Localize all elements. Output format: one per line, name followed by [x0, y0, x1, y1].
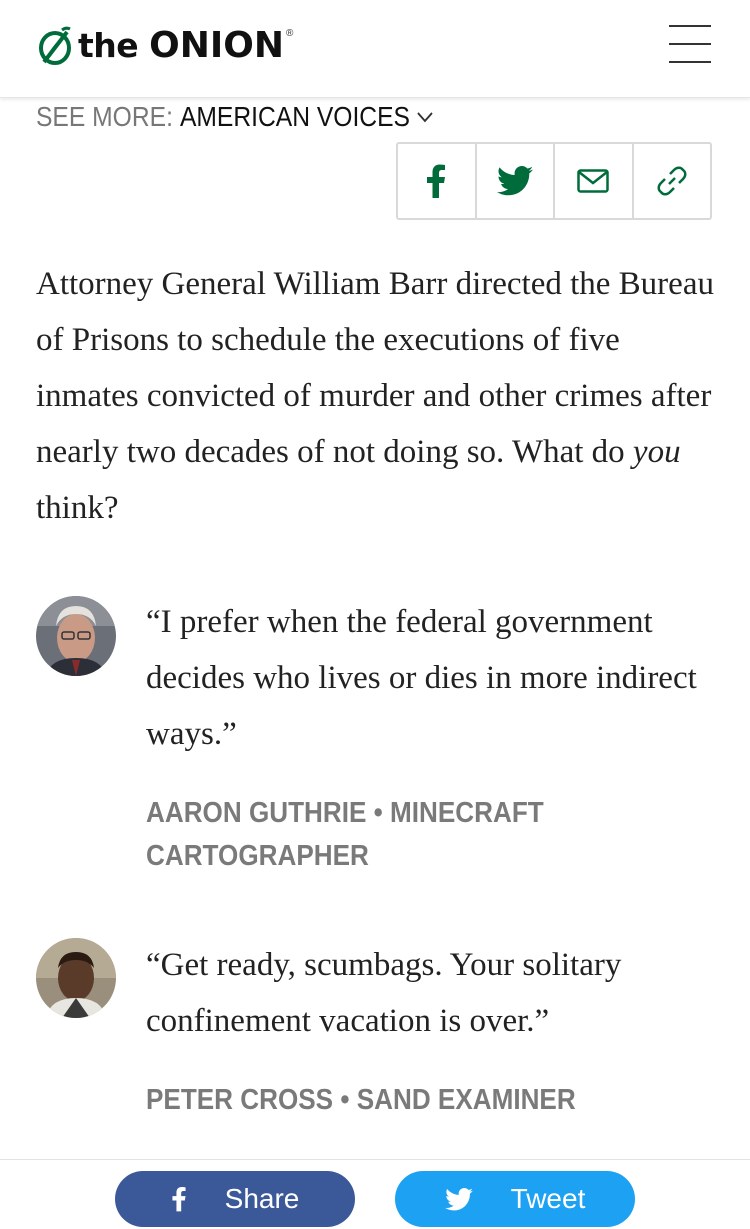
section-category: AMERICAN VOICES	[179, 101, 410, 132]
menu-line	[669, 43, 711, 45]
lede-text-end: think?	[36, 490, 119, 526]
logo-registered-mark: ®	[286, 28, 294, 39]
avatar	[36, 938, 116, 1018]
email-share-button[interactable]	[555, 144, 634, 218]
logo-word-the: the	[78, 26, 139, 65]
onion-logo[interactable]: the ONION ®	[36, 24, 293, 68]
menu-line	[669, 25, 711, 27]
share-toolbar	[396, 142, 712, 220]
twitter-share-button[interactable]	[477, 144, 555, 218]
voice-quote: “Get ready, scumbags. Your solitary conf…	[146, 947, 622, 1039]
facebook-icon	[427, 164, 446, 198]
avatar-portrait	[36, 938, 116, 1018]
copy-link-button[interactable]	[634, 144, 711, 218]
twitter-icon	[496, 166, 533, 196]
article-lede: Attorney General William Barr directed t…	[36, 256, 716, 536]
lede-text: Attorney General William Barr directed t…	[36, 266, 714, 470]
link-icon	[657, 166, 687, 196]
see-more-label: SEE MORE:	[36, 101, 173, 132]
lede-emphasis: you	[632, 434, 681, 470]
share-button-label: Share	[224, 1183, 300, 1214]
bottom-share-bar: Share Tweet	[0, 1159, 750, 1229]
chevron-down-icon	[417, 112, 433, 123]
tweet-button-label: Tweet	[510, 1183, 586, 1214]
onion-logo-icon	[39, 26, 71, 65]
voice-byline: AARON GUTHRIE • MINECRAFT CARTOGRAPHER	[146, 797, 544, 872]
avatar	[36, 596, 116, 676]
see-more-dropdown[interactable]: SEE MORE: AMERICAN VOICES	[36, 98, 433, 136]
logo-word-onion: ONION	[149, 25, 285, 66]
facebook-share-button[interactable]	[398, 144, 477, 218]
email-icon	[577, 169, 609, 193]
menu-line	[669, 61, 711, 63]
hamburger-menu-button[interactable]	[669, 24, 711, 64]
twitter-icon	[444, 1187, 473, 1210]
voice-byline: PETER CROSS • SAND EXAMINER	[146, 1084, 576, 1116]
tweet-pill-button[interactable]: Tweet	[395, 1171, 635, 1227]
facebook-share-pill-button[interactable]: Share	[115, 1171, 355, 1227]
voice-quote: “I prefer when the federal government de…	[146, 604, 697, 752]
facebook-icon	[172, 1187, 186, 1212]
avatar-portrait	[36, 596, 116, 676]
logo-text: the ONION	[78, 28, 284, 64]
site-header: the ONION ®	[0, 0, 750, 98]
